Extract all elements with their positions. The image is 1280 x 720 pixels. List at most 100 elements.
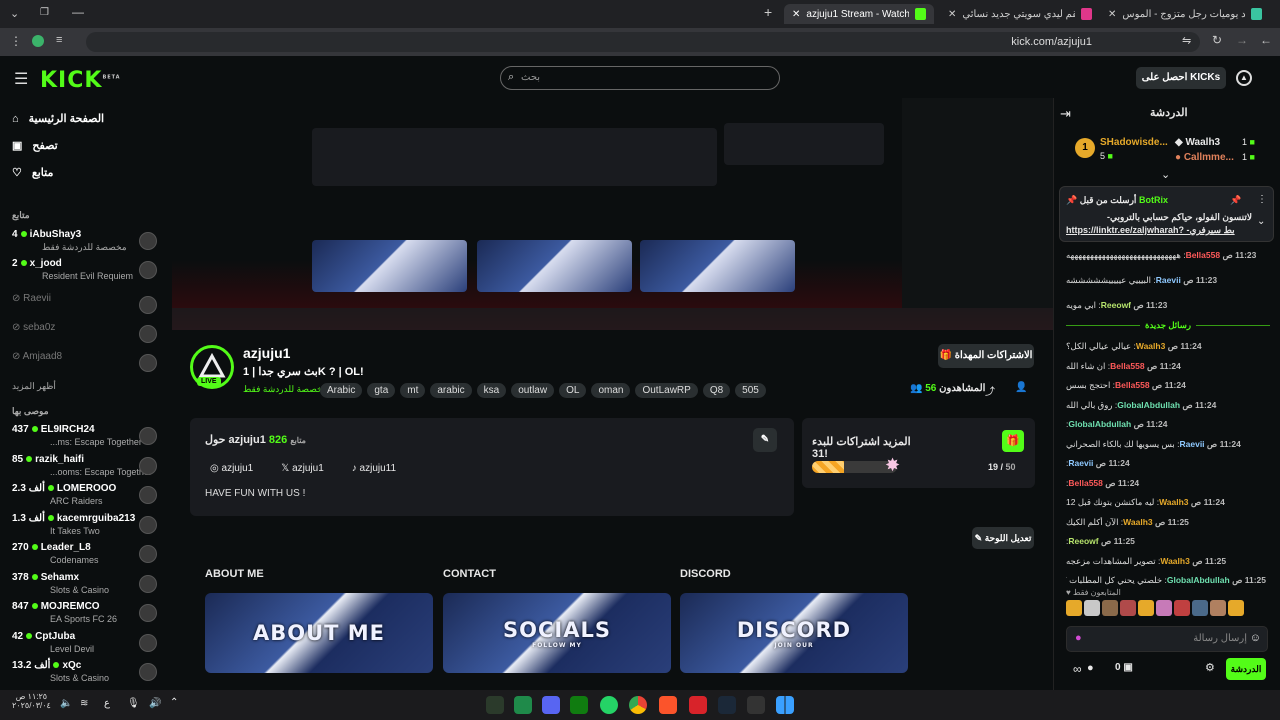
channel-name[interactable]: azjuju1 xyxy=(243,345,290,361)
search-input[interactable]: ⌕ بحث xyxy=(500,66,780,90)
expand-icon[interactable]: ⌄ xyxy=(1257,216,1265,227)
recommended-channel[interactable]: 437 EL9IRCH24 ...ms: Escape Together xyxy=(12,424,162,450)
language-indicator[interactable]: ع xyxy=(104,698,110,709)
forward-icon[interactable]: → xyxy=(1236,33,1248,47)
app-brave-icon[interactable] xyxy=(659,696,677,714)
collapse-chat-icon[interactable]: ⇥ xyxy=(1060,106,1071,122)
following-channel-raevii[interactable]: ⊘ Raevii xyxy=(12,293,162,319)
following-channel-amjaad8[interactable]: ⊘ Amjaad8 xyxy=(12,351,162,377)
pinned-link[interactable]: https://linktr.ee/zaljwharah? -بط سيرفري xyxy=(1066,225,1252,236)
chat-message[interactable]: 11:25 ص Waalh3: الآن أكلم الكيك xyxy=(1066,517,1266,528)
chat-message[interactable]: 11:23 ص Reeowf: ابي مويه xyxy=(1066,300,1266,311)
following-channel-iabushay3[interactable]: 4 iAbuShay3 مخصصة للدردشة فقط xyxy=(12,229,162,255)
hamburger-menu-icon[interactable]: ☰ xyxy=(14,69,28,89)
close-icon[interactable]: ✕ xyxy=(948,9,956,20)
emote-icon[interactable] xyxy=(1228,600,1244,616)
edit-panels-button[interactable]: ✎ تعديل اللوحة xyxy=(972,527,1034,549)
emote-icon[interactable] xyxy=(1102,600,1118,616)
user-avatar[interactable]: ▲ xyxy=(1236,70,1252,86)
gear-icon[interactable]: ⚙ xyxy=(1205,661,1215,674)
nav-home[interactable]: ⌂ الصفحة الرئيسية xyxy=(12,112,104,126)
leader-1-name[interactable]: SHadowisde... xyxy=(1100,137,1168,148)
tab-shop[interactable]: ✕ طقم ليدي سويتي جديد نسائي xyxy=(940,4,1100,24)
tag[interactable]: OutLawRP xyxy=(635,383,698,398)
chat-message[interactable]: 11:24 ص Bella558: ان شاء الله xyxy=(1066,361,1266,372)
nav-following[interactable]: ♡ متابع xyxy=(12,166,53,179)
chat-settings-icon[interactable]: ∞ xyxy=(1073,662,1082,676)
goal-gift-icon[interactable]: 🎁 xyxy=(1002,430,1024,452)
video-player[interactable] xyxy=(172,98,1053,330)
emote-icon[interactable] xyxy=(1066,600,1082,616)
microphone-icon[interactable]: 🎙 xyxy=(127,698,140,709)
app-steam-icon[interactable] xyxy=(718,696,736,714)
nav-browse[interactable]: ▣ تصفح xyxy=(12,139,58,152)
social-tiktok[interactable]: ♪ azjuju11 xyxy=(352,463,396,474)
wifi-icon[interactable]: ≋ xyxy=(80,698,88,709)
tag[interactable]: arabic xyxy=(430,383,472,398)
app-whatsapp-icon[interactable] xyxy=(600,696,618,714)
recommended-channel[interactable]: 1.3 ألف kacemrguiba213 It Takes Two xyxy=(12,513,162,539)
tag[interactable]: gta xyxy=(367,383,396,398)
app-adobe-icon[interactable] xyxy=(689,696,707,714)
chat-input[interactable]: ● إرسال رسالة ☺ xyxy=(1066,626,1268,652)
chat-message[interactable]: 11:24 ص GlobalAbdullah: xyxy=(1066,419,1266,430)
social-instagram[interactable]: ◎ azjuju1 xyxy=(210,463,253,474)
chat-message[interactable]: 11:24 ص Bella558: احتجج بسس xyxy=(1066,380,1266,391)
pin-icon[interactable]: 📌 xyxy=(1230,195,1241,206)
share-icon[interactable]: ⤴ xyxy=(985,383,995,398)
discord-banner[interactable]: DISCORD JOIN OUR xyxy=(680,593,908,673)
close-icon[interactable]: ✕ xyxy=(792,9,800,20)
profile-avatar[interactable] xyxy=(32,35,44,47)
tag[interactable]: outlaw xyxy=(511,383,555,398)
following-channel-x-jood[interactable]: 2 x_jood Resident Evil Requiem xyxy=(12,258,162,284)
emote-icon[interactable] xyxy=(1192,600,1208,616)
windows-start-icon[interactable] xyxy=(776,696,794,714)
recommended-channel[interactable]: 13.2 ألف xQc Slots & Casino xyxy=(12,660,162,686)
emote-picker-icon[interactable]: ● xyxy=(1075,632,1082,644)
kick-logo[interactable]: KICKBETA xyxy=(40,68,121,93)
minimize-icon[interactable]: — xyxy=(72,5,84,19)
restore-icon[interactable]: ❐ xyxy=(40,7,49,18)
tag[interactable]: mt xyxy=(400,383,426,398)
app-chrome-icon[interactable] xyxy=(629,696,647,714)
emoji-icon[interactable]: ☺ xyxy=(1250,632,1261,644)
tab-search-icon[interactable]: ⌄ xyxy=(10,7,19,20)
app-vr-icon[interactable] xyxy=(486,696,504,714)
chat-message[interactable]: 11:24 ص Raevii: xyxy=(1066,458,1266,469)
tag[interactable]: oman xyxy=(591,383,631,398)
about-me-banner[interactable]: ABOUT ME xyxy=(205,593,433,673)
emote-icon[interactable] xyxy=(1084,600,1100,616)
chat-message[interactable]: 11:24 ص GlobalAbdullah: روق بالي الله xyxy=(1066,400,1266,411)
tab-series[interactable]: ✕ شاهد يوميات رجل متزوج - الموس... xyxy=(1100,4,1270,24)
gift-subs-button[interactable]: 🎁 الاشتراكات المهداة xyxy=(938,344,1034,368)
recommended-channel[interactable]: 42 CptJuba Level Devil xyxy=(12,631,162,657)
show-more-link[interactable]: أظهر المزيد xyxy=(12,381,56,392)
socials-banner[interactable]: SOCIALS FOLLOW MY xyxy=(443,593,671,673)
url-field[interactable]: kick.com/azjuju1 xyxy=(86,32,1200,52)
edit-about-button[interactable]: ✎ xyxy=(753,428,777,452)
app-phone-link-icon[interactable] xyxy=(514,696,532,714)
back-icon[interactable]: ← xyxy=(1260,33,1272,47)
close-icon[interactable]: ✕ xyxy=(1108,9,1116,20)
emote-icon[interactable] xyxy=(1210,600,1226,616)
volume-icon[interactable]: 🔈 xyxy=(60,698,72,709)
emote-icon[interactable] xyxy=(1138,600,1154,616)
site-settings-icon[interactable]: ⇋ xyxy=(1182,34,1191,47)
chat-message[interactable]: 11:25 ص Reeowf: xyxy=(1066,536,1266,547)
chat-message[interactable]: 11:23 ص Bella558: هههههههههههههههههههههه… xyxy=(1066,250,1266,261)
recommended-channel[interactable]: 378 Sehamx Slots & Casino xyxy=(12,572,162,598)
customize-icon[interactable]: ≡ xyxy=(56,34,62,46)
tag[interactable]: Q8 xyxy=(702,383,731,398)
tag[interactable]: ksa xyxy=(476,383,507,398)
tag[interactable]: 505 xyxy=(735,383,766,398)
new-tab-icon[interactable]: + xyxy=(764,4,772,20)
tag[interactable]: OL xyxy=(559,383,587,398)
emote-icon[interactable] xyxy=(1156,600,1172,616)
recommended-channel[interactable]: 85 razik_haifi ...ooms: Escape Together xyxy=(12,454,162,480)
chat-message[interactable]: 11:24 ص Bella558: xyxy=(1066,478,1266,489)
chat-message[interactable]: 11:25 ص GlobalAbdullah: خلصتي يحني كل ال… xyxy=(1066,575,1266,586)
tray-chevron-icon[interactable]: ⌃ xyxy=(170,697,178,708)
following-channel-seba0z[interactable]: ⊘ seba0z xyxy=(12,322,162,348)
chevron-down-icon[interactable]: ⌄ xyxy=(1161,168,1170,181)
chat-message[interactable]: 11:23 ص Raevii: البيييي عيييييشششششه xyxy=(1066,275,1266,286)
